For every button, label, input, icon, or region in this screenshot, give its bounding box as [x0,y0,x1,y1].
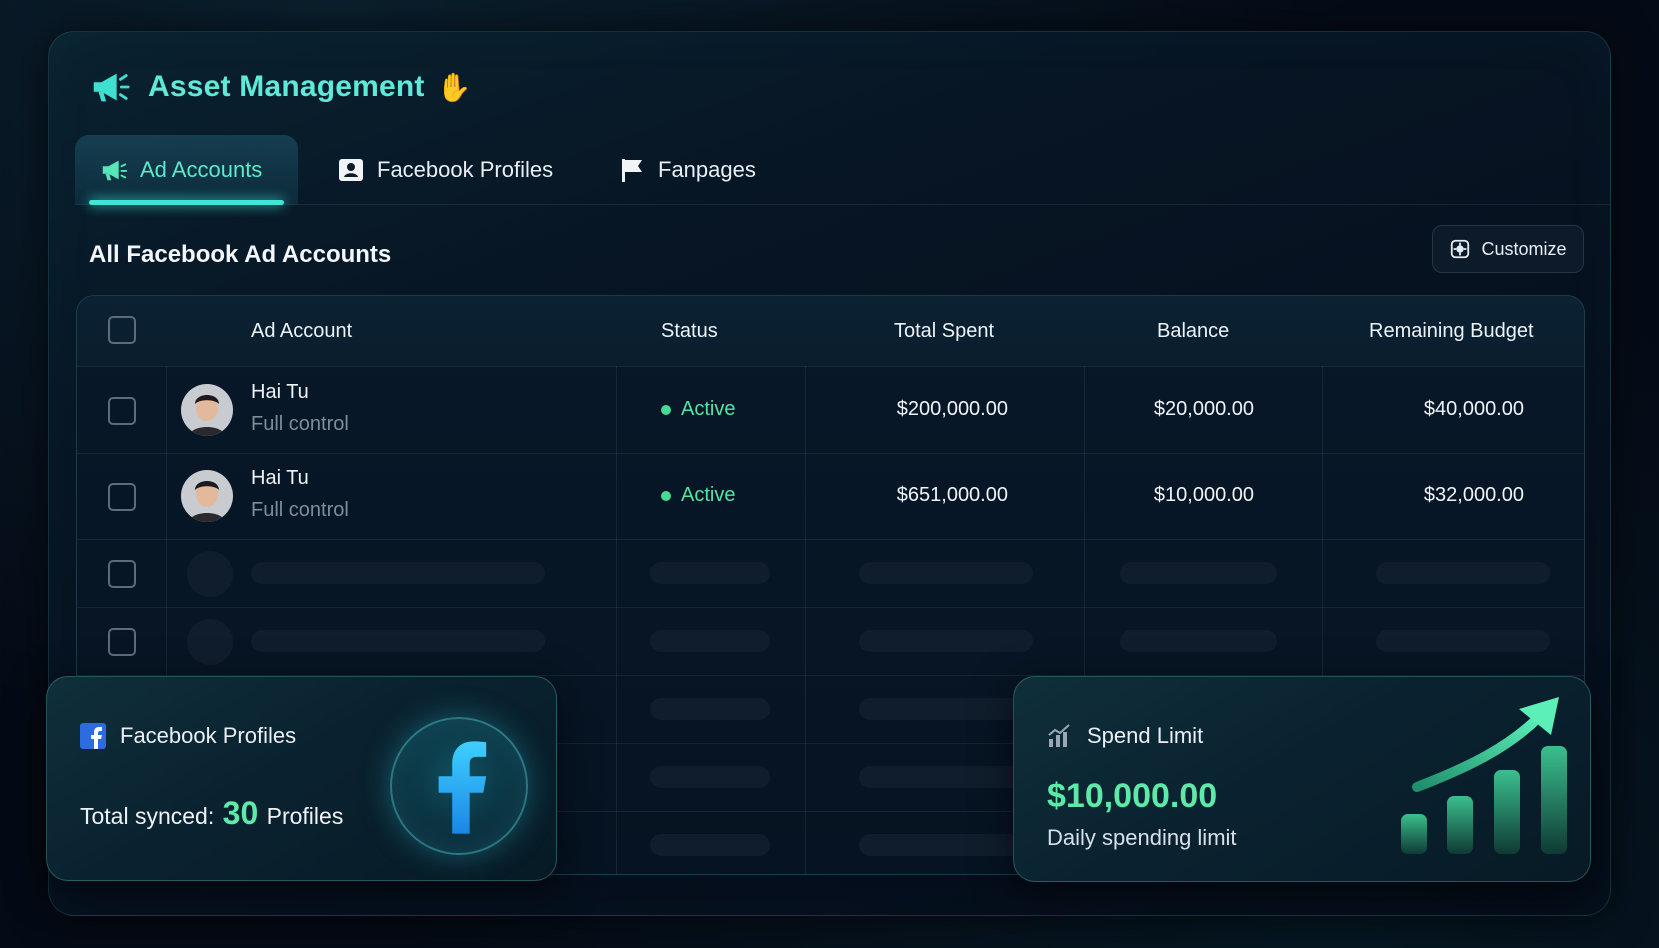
column-status[interactable]: Status [661,296,718,366]
spend-limit-amount: $10,000.00 [1047,777,1218,815]
row-checkbox[interactable] [108,628,136,656]
table-row[interactable]: Hai Tu Full control Active $200,000.00 $… [77,366,1584,453]
profiles-total-prefix: Total synced: [80,803,215,829]
row-checkbox[interactable] [108,397,136,425]
avatar [181,384,233,436]
facebook-profiles-card-title: Facebook Profiles [120,723,297,748]
megaphone-icon [93,73,130,102]
skeleton-row [77,607,1584,675]
column-balance[interactable]: Balance [1157,296,1229,366]
spend-limit-card-title: Spend Limit [1087,723,1204,748]
tab-fanpages-label: Fanpages [658,157,756,182]
total-spent-value: $651,000.00 [896,484,1008,506]
table-row[interactable]: Hai Tu Full control Active $651,000.00 $… [77,453,1584,539]
status-badge: Active [661,484,735,507]
facebook-icon [80,723,106,749]
customize-icon [1451,239,1470,259]
account-role: Full control [251,413,349,435]
balance-value: $20,000.00 [1153,398,1254,420]
customize-button[interactable]: Customize [1432,225,1584,273]
account-name: Hai Tu [251,467,309,489]
status-badge: Active [661,398,735,421]
tab-facebook-profiles-label: Facebook Profiles [377,157,554,182]
page-header: Asset Management ✋ [88,64,472,110]
megaphone-icon [102,160,128,181]
facebook-icon [438,741,487,834]
customize-label: Customize [1481,238,1567,259]
spend-limit-card[interactable]: Spend Limit $10,000.00 Daily spending li… [1013,676,1591,882]
row-checkbox[interactable] [108,560,136,588]
table-header: Ad Account Status Total Spent Balance Re… [77,296,1584,366]
account-role: Full control [251,499,349,521]
hand-emoji: ✋ [436,71,472,103]
facebook-logo-circle [390,717,528,855]
profiles-total-suffix: Profiles [266,803,344,829]
profiles-total: Total synced: 30 Profiles [80,795,343,832]
status-text: Active [681,398,736,420]
flag-icon [622,159,642,182]
growth-chart-icon [1401,697,1567,854]
column-total-spent[interactable]: Total Spent [894,296,994,366]
remaining-budget-value: $40,000.00 [1423,398,1524,420]
status-text: Active [681,484,736,506]
select-all-checkbox[interactable] [108,316,136,344]
tab-fanpages[interactable]: Fanpages [618,135,756,205]
remaining-budget-value: $32,000.00 [1423,484,1524,506]
spend-limit-card-header: Spend Limit [1047,723,1203,749]
account-name: Hai Tu [251,381,309,403]
tab-facebook-profiles[interactable]: Facebook Profiles [337,135,553,205]
row-checkbox[interactable] [108,483,136,511]
facebook-profiles-card[interactable]: Facebook Profiles Total synced: 30 Profi… [46,676,557,881]
bar-chart-icon [1048,724,1070,747]
profiles-count: 30 [222,795,259,831]
balance-value: $10,000.00 [1153,484,1254,506]
skeleton-row [77,539,1584,607]
spend-limit-subtitle: Daily spending limit [1047,825,1237,850]
section-title: All Facebook Ad Accounts [89,241,392,268]
column-ad-account[interactable]: Ad Account [251,296,352,366]
facebook-profiles-card-header: Facebook Profiles [80,723,296,749]
tab-ad-accounts-label: Ad Accounts [140,157,263,182]
avatar [181,470,233,522]
tab-bar: Ad Accounts Facebook Profiles Fanpages [75,135,1610,205]
total-spent-value: $200,000.00 [896,398,1008,420]
column-remaining-budget[interactable]: Remaining Budget [1369,296,1534,366]
tab-ad-accounts[interactable]: Ad Accounts [75,135,298,205]
page-title: Asset Management [148,70,425,103]
profile-card-icon [339,159,363,181]
